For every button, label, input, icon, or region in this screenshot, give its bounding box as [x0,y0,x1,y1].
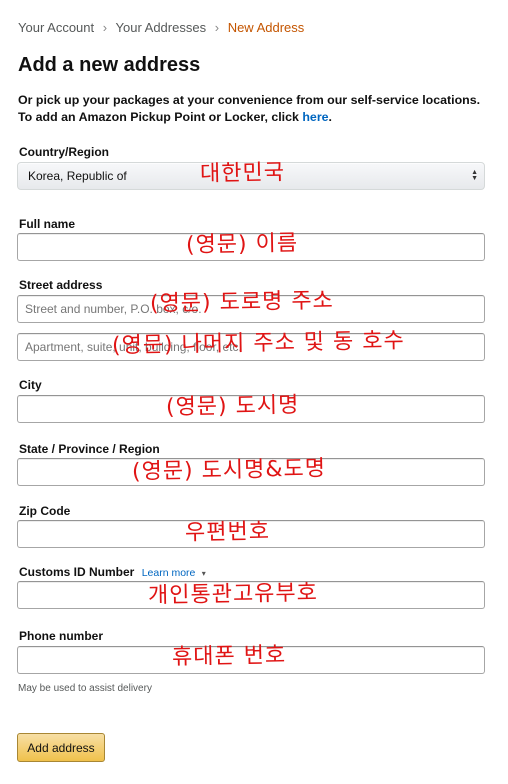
phone-input[interactable] [17,646,485,674]
state-label: State / Province / Region [19,442,160,456]
pickup-here-link[interactable]: here [302,110,328,124]
customs-learn-more-link[interactable]: Learn more [142,567,196,579]
customs-id-input[interactable] [17,581,485,609]
intro-end: . [328,110,332,124]
pickup-intro-text: Or pick up your packages at your conveni… [18,92,488,126]
add-address-button[interactable]: Add address [17,733,105,762]
breadcrumb: Your Account › Your Addresses › New Addr… [18,20,304,35]
city-input[interactable] [17,395,485,423]
select-arrows-icon: ▲ ▼ [471,169,478,182]
country-label: Country/Region [19,145,109,159]
street-address-line1-input[interactable] [17,295,485,323]
page-title: Add a new address [18,54,201,76]
country-select[interactable]: Korea, Republic of ▲ ▼ [17,162,485,190]
breadcrumb-your-account[interactable]: Your Account [18,20,94,35]
breadcrumb-current: New Address [227,20,305,35]
customs-id-label-text: Customs ID Number [19,565,135,579]
country-select-value: Korea, Republic of [28,169,127,183]
phone-label: Phone number [19,629,104,643]
breadcrumb-separator: › [214,20,220,35]
street-address-label: Street address [19,278,103,292]
breadcrumb-your-addresses[interactable]: Your Addresses [116,20,207,35]
state-input[interactable] [17,458,485,486]
full-name-label: Full name [19,217,76,231]
zip-label: Zip Code [19,504,71,518]
zip-input[interactable] [17,520,485,548]
full-name-input[interactable] [17,233,485,261]
customs-id-label: Customs ID Number Learn more ▾ [19,565,206,579]
phone-hint: May be used to assist delivery [18,683,152,694]
street-address-line2-input[interactable] [17,333,485,361]
chevron-down-icon[interactable]: ▾ [202,569,206,578]
intro-text: Or pick up your packages at your conveni… [18,93,481,124]
city-label: City [19,378,42,392]
breadcrumb-separator: › [102,20,108,35]
